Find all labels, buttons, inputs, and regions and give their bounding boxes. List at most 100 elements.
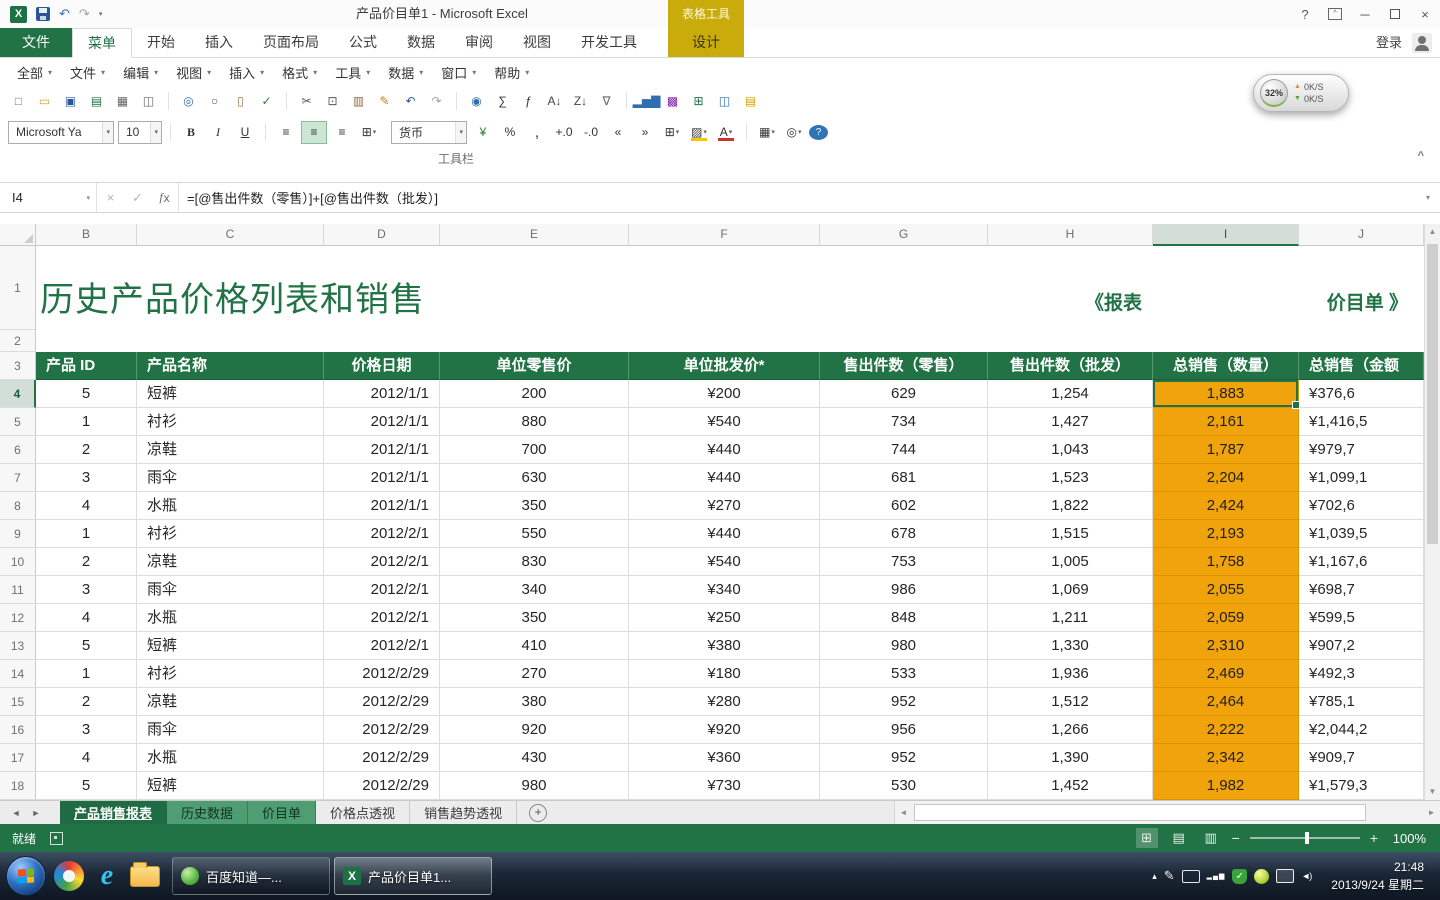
italic-icon[interactable]: I <box>206 122 230 143</box>
find-icon[interactable]: ○ <box>204 91 225 112</box>
percent-style-icon[interactable]: % <box>498 122 522 143</box>
cell[interactable]: ¥360 <box>629 744 820 772</box>
cell[interactable]: 2012/2/29 <box>324 688 440 716</box>
cell[interactable]: 2012/1/1 <box>324 436 440 464</box>
fill-color-icon[interactable]: ▨▾ <box>687 122 711 143</box>
column-header-f[interactable]: F <box>629 224 820 246</box>
row-header-11[interactable]: 11 <box>0 576 36 604</box>
column-header-h[interactable]: H <box>988 224 1153 246</box>
format-painter-icon[interactable]: ✎ <box>374 91 395 112</box>
cell[interactable]: 1,515 <box>988 520 1153 548</box>
cell[interactable]: 2012/2/1 <box>324 632 440 660</box>
cell[interactable]: 2,424 <box>1153 492 1299 520</box>
chevron-down-icon[interactable]: ▾ <box>455 122 466 143</box>
sheet-tab-0[interactable]: 产品销售报表 <box>60 801 167 824</box>
cell[interactable]: 980 <box>820 632 988 660</box>
cell[interactable]: 1,512 <box>988 688 1153 716</box>
borders-icon[interactable]: ⊞▾ <box>660 122 684 143</box>
cut-icon[interactable]: ✂ <box>296 91 317 112</box>
cell[interactable]: 533 <box>820 660 988 688</box>
row-header-2[interactable]: 2 <box>0 330 36 352</box>
browser-360-icon[interactable] <box>54 861 84 891</box>
expand-formula-bar-icon[interactable]: ▾ <box>1416 183 1440 212</box>
sheet-tab-4[interactable]: 销售趋势透视 <box>410 801 517 824</box>
cell[interactable]: 2,059 <box>1153 604 1299 632</box>
cell[interactable]: 1,936 <box>988 660 1153 688</box>
cell[interactable]: 水瓶 <box>137 604 324 632</box>
row-header-10[interactable]: 10 <box>0 548 36 576</box>
cell[interactable]: ¥1,099,1 <box>1299 464 1424 492</box>
row-header-9[interactable]: 9 <box>0 520 36 548</box>
cell[interactable]: ¥440 <box>629 436 820 464</box>
tab-review[interactable]: 审阅 <box>450 28 508 57</box>
scroll-down-icon[interactable]: ▼ <box>1425 784 1440 800</box>
insert-table-icon[interactable]: ⊞ <box>688 91 709 112</box>
touch-keyboard-icon[interactable] <box>1182 870 1200 883</box>
cell[interactable]: 5 <box>36 380 137 408</box>
row-header-13[interactable]: 13 <box>0 632 36 660</box>
table-header-cell[interactable]: 售出件数（零售） <box>820 352 988 380</box>
cell[interactable]: 2,310 <box>1153 632 1299 660</box>
scroll-thumb[interactable] <box>1427 244 1438 544</box>
cell[interactable]: ¥1,167,6 <box>1299 548 1424 576</box>
cell[interactable]: 5 <box>36 772 137 800</box>
account-avatar-icon[interactable] <box>1412 33 1432 53</box>
cell[interactable]: 350 <box>440 492 629 520</box>
pricelist-link[interactable]: 价目单 》 <box>1327 288 1408 315</box>
restore-icon[interactable] <box>1380 0 1410 28</box>
cell[interactable]: ¥698,7 <box>1299 576 1424 604</box>
cell[interactable]: 2,464 <box>1153 688 1299 716</box>
page-layout-view-icon[interactable]: ▤ <box>1168 828 1190 848</box>
print-preview-icon[interactable]: ◫ <box>138 91 159 112</box>
cell[interactable]: 2 <box>36 436 137 464</box>
help-icon[interactable]: ? <box>809 125 828 140</box>
column-header-d[interactable]: D <box>324 224 440 246</box>
cell[interactable]: 2,222 <box>1153 716 1299 744</box>
bold-icon[interactable]: B <box>179 122 203 143</box>
filter-icon[interactable]: ∇ <box>596 91 617 112</box>
scroll-track[interactable] <box>1425 240 1440 784</box>
cell[interactable]: 744 <box>820 436 988 464</box>
cell[interactable]: 1,254 <box>988 380 1153 408</box>
menu-help[interactable]: 帮助▾ <box>485 59 538 86</box>
cell[interactable]: 1,043 <box>988 436 1153 464</box>
chevron-down-icon[interactable]: ▾ <box>102 122 113 143</box>
cell[interactable]: 630 <box>440 464 629 492</box>
cell[interactable]: 1 <box>36 408 137 436</box>
cell[interactable]: 380 <box>440 688 629 716</box>
cell[interactable]: 衬衫 <box>137 408 324 436</box>
table-header-cell[interactable]: 产品 ID <box>36 352 137 380</box>
export-excel-icon[interactable]: ▤ <box>86 91 107 112</box>
cell[interactable]: 2012/2/1 <box>324 520 440 548</box>
new-sheet-button[interactable]: + <box>529 804 547 822</box>
cell[interactable]: 1,211 <box>988 604 1153 632</box>
sheet-tab-2[interactable]: 价目单 <box>248 801 316 824</box>
cell[interactable]: 短裤 <box>137 772 324 800</box>
cell[interactable]: ¥730 <box>629 772 820 800</box>
taskbar-clock[interactable]: 21:48 2013/9/24 星期二 <box>1331 858 1424 894</box>
cell[interactable]: 衬衫 <box>137 660 324 688</box>
help-icon[interactable]: ? <box>1290 0 1320 28</box>
align-left-icon[interactable]: ≡ <box>274 122 298 143</box>
freeze-panes-icon[interactable]: ◫ <box>714 91 735 112</box>
cell[interactable]: 1,390 <box>988 744 1153 772</box>
sort-ascending-icon[interactable]: A↓ <box>544 91 565 112</box>
cell[interactable]: ¥440 <box>629 520 820 548</box>
cell[interactable]: 3 <box>36 716 137 744</box>
cell[interactable]: 734 <box>820 408 988 436</box>
align-right-icon[interactable]: ≡ <box>330 122 354 143</box>
cell[interactable]: 200 <box>440 380 629 408</box>
cell[interactable]: ¥380 <box>629 632 820 660</box>
security-shield-icon[interactable]: ✓ <box>1232 869 1247 884</box>
autosum-icon[interactable]: ∑ <box>492 91 513 112</box>
sheet-title[interactable]: 历史产品价格列表和销售 <box>40 272 425 321</box>
name-box[interactable]: I4▾ <box>0 183 97 212</box>
column-header-j[interactable]: J <box>1299 224 1424 246</box>
cell[interactable]: 1,069 <box>988 576 1153 604</box>
cell[interactable]: ¥920 <box>629 716 820 744</box>
cell[interactable]: 629 <box>820 380 988 408</box>
menu-edit[interactable]: 编辑▾ <box>114 59 167 86</box>
cell[interactable]: ¥702,6 <box>1299 492 1424 520</box>
tab-developer[interactable]: 开发工具 <box>566 28 652 57</box>
cell[interactable]: ¥979,7 <box>1299 436 1424 464</box>
